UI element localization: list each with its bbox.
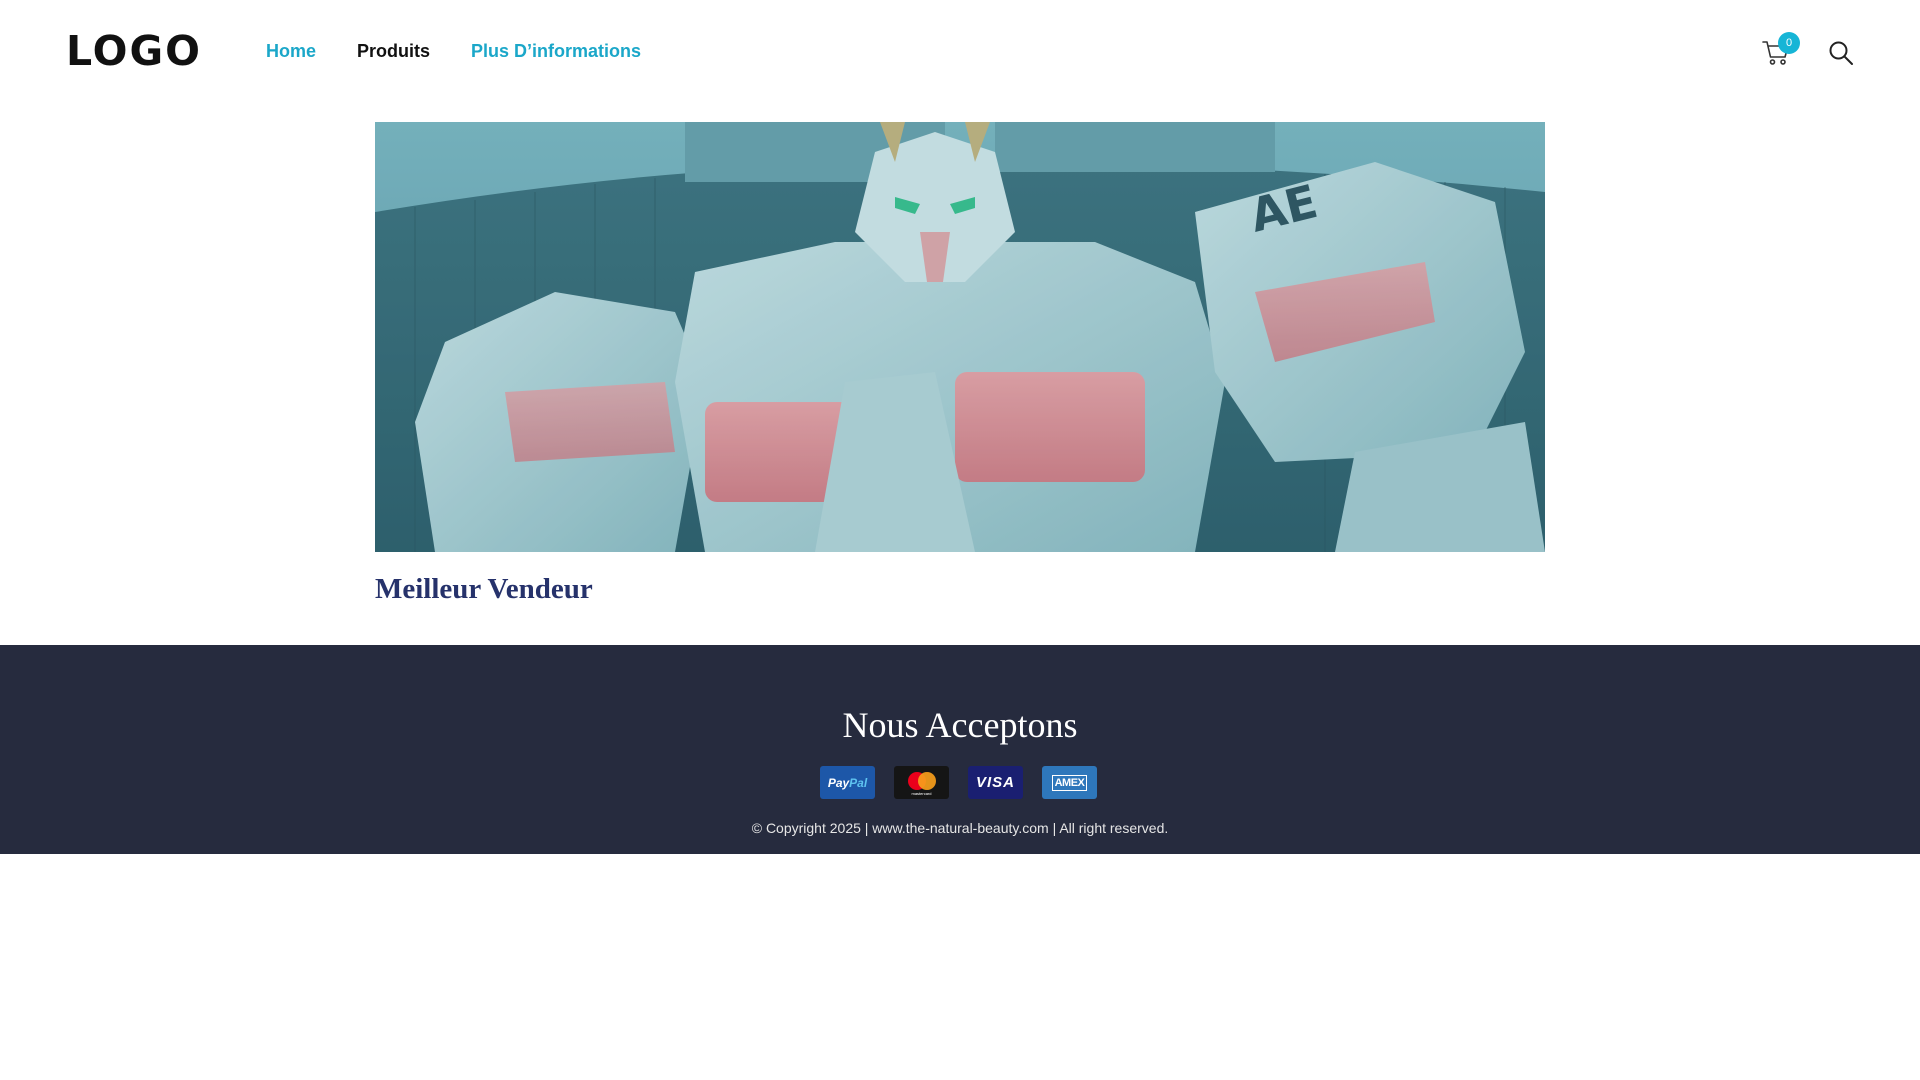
cart-button[interactable]: 0: [1762, 32, 1800, 68]
nav-link-plus-informations[interactable]: Plus D’informations: [471, 40, 641, 62]
nav-link-home[interactable]: Home: [266, 40, 316, 62]
visa-icon: VISA: [968, 766, 1023, 799]
payment-methods: PayPal mastercard VISA AMEX: [820, 766, 1097, 799]
site-footer: Nous Acceptons PayPal mastercard VISA AM…: [0, 645, 1920, 854]
paypal-icon: PayPal: [820, 766, 875, 799]
logo[interactable]: LOGO: [66, 28, 202, 74]
copyright-text: © Copyright 2025 | www.the-natural-beaut…: [751, 820, 1169, 836]
cart-count-badge: 0: [1778, 32, 1800, 54]
hero-banner-image: AE: [375, 122, 1545, 552]
search-icon: [1829, 41, 1853, 65]
site-header: LOGO Home Produits Plus D’informations 0: [0, 0, 1920, 104]
mastercard-icon: mastercard: [894, 766, 949, 799]
amex-icon: AMEX: [1042, 766, 1097, 799]
search-button[interactable]: [1828, 40, 1854, 66]
main-nav: Home Produits Plus D’informations: [266, 40, 641, 62]
section-title: Meilleur Vendeur: [375, 573, 593, 605]
nav-link-produits[interactable]: Produits: [357, 40, 430, 62]
footer-title: Nous Acceptons: [842, 705, 1078, 745]
